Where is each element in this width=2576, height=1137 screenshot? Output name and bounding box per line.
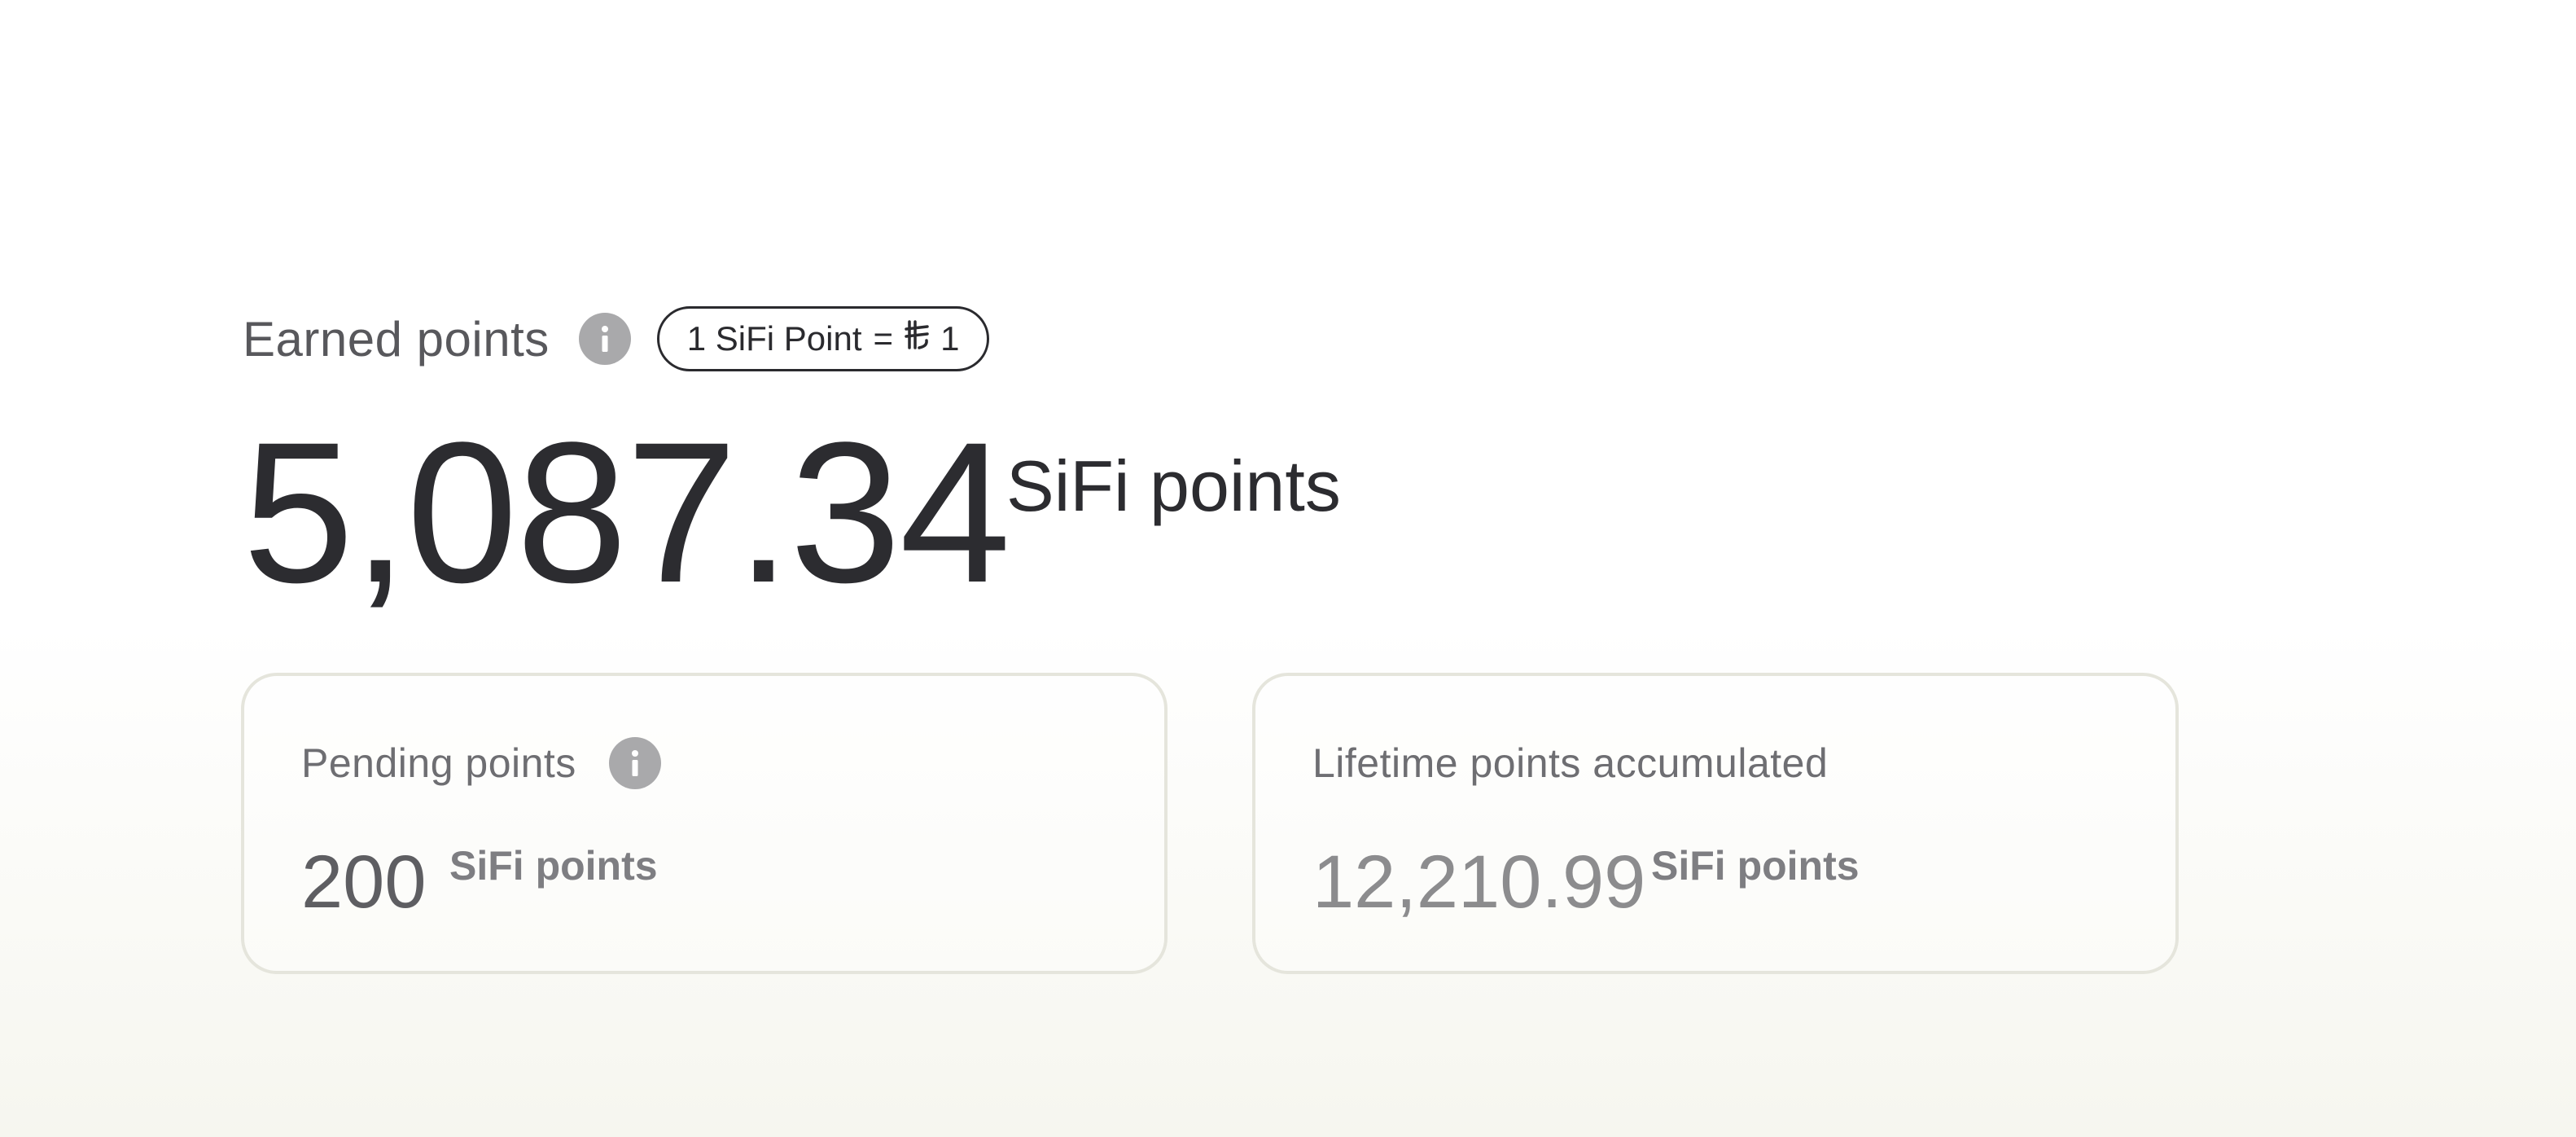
pending-points-header: Pending points (301, 735, 661, 792)
earned-points-unit: SiFi points (1006, 446, 1341, 526)
pending-points-card: Pending points 200 SiFi points (241, 673, 1168, 974)
earned-points-label: Earned points (243, 311, 550, 367)
currency-symbol-icon (905, 318, 929, 359)
rate-right-text: 1 (940, 319, 960, 358)
lifetime-points-card: Lifetime points accumulated 12,210.99 Si… (1252, 673, 2179, 974)
conversion-rate-badge: 1 SiFi Point = 1 (656, 306, 990, 371)
lifetime-points-unit: SiFi points (1651, 843, 1860, 889)
lifetime-points-title: Lifetime points accumulated (1312, 740, 1829, 786)
info-icon[interactable] (578, 313, 631, 365)
rate-equals: = (873, 319, 894, 358)
earned-points-header: Earned points 1 SiFi Point = 1 (243, 303, 990, 375)
pending-points-value: 200 (301, 841, 427, 924)
lifetime-points-value: 12,210.99 (1312, 841, 1646, 924)
pending-points-title: Pending points (301, 740, 576, 786)
lifetime-points-header: Lifetime points accumulated (1312, 735, 1828, 792)
rate-left-text: 1 SiFi Point (686, 319, 862, 358)
earned-points-value: 5,087.34 (243, 401, 1011, 625)
info-icon[interactable] (608, 737, 661, 789)
pending-points-unit: SiFi points (449, 843, 658, 889)
